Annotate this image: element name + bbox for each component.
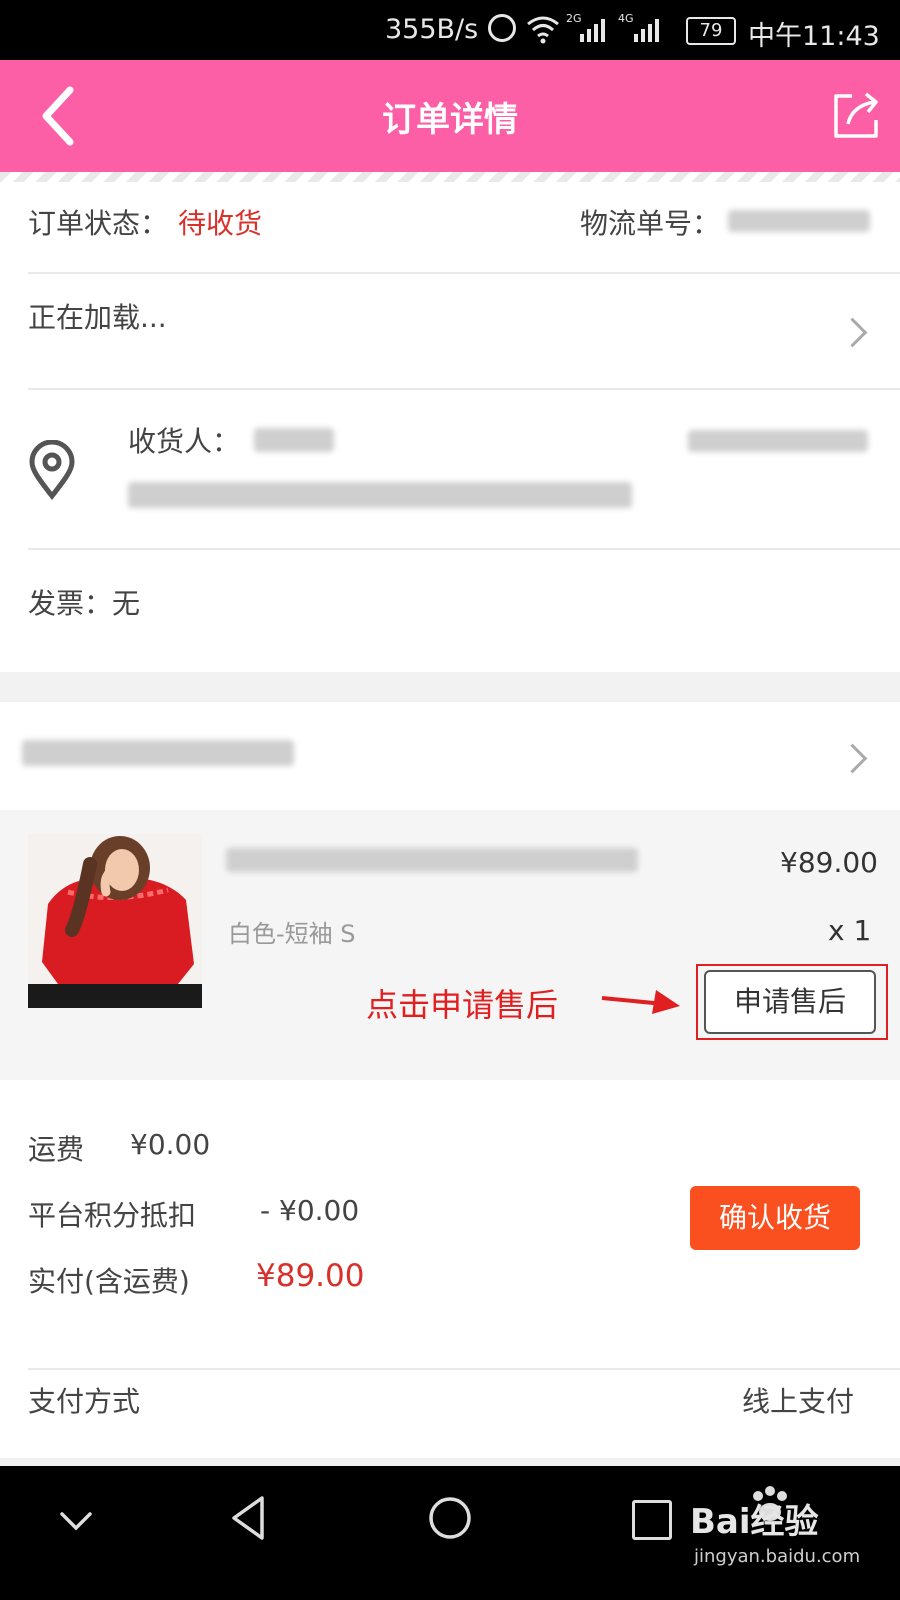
logistics-row[interactable]: 正在加载...: [0, 274, 900, 388]
app-header: 订单详情: [0, 60, 900, 172]
watermark-brand: Bai经验: [690, 1502, 819, 1542]
divider: [28, 1368, 900, 1370]
annotation-text: 点击申请售后: [366, 986, 559, 1024]
store-name-redacted: [22, 740, 294, 766]
receiver-label: 收货人：: [128, 425, 241, 458]
tracking-number-redacted: [728, 210, 870, 232]
chevron-right-icon: [837, 743, 868, 774]
product-spec: 白色-短袖 S: [228, 920, 356, 948]
store-row[interactable]: [0, 702, 900, 810]
divider: [28, 548, 900, 550]
product-image: [28, 834, 202, 1008]
product-price: ¥89.00: [780, 846, 878, 879]
logistics-loading-text: 正在加载...: [28, 301, 167, 334]
order-info-panel: 订单状态： 待收货 物流单号： 正在加载... 收货人： 发票：无: [0, 182, 900, 672]
apply-after-sale-button[interactable]: 申请售后: [704, 970, 876, 1034]
product-quantity: x 1: [828, 914, 872, 947]
invoice-label: 发票：无: [28, 587, 141, 620]
alarm-icon: [488, 14, 516, 42]
share-icon[interactable]: [830, 88, 884, 142]
confirm-receipt-button[interactable]: 确认收货: [690, 1186, 860, 1250]
wifi-icon: [527, 16, 559, 44]
amount-paid-label: 实付(含运费): [28, 1265, 190, 1298]
recents-square-icon[interactable]: [632, 1500, 672, 1540]
system-navigation-bar: Bai经验 jingyan.baidu.com: [0, 1466, 900, 1600]
tracking-number-label: 物流单号：: [580, 207, 721, 240]
product-title-redacted: [226, 848, 638, 872]
payment-method-label: 支付方式: [28, 1385, 141, 1418]
battery-icon: 79: [686, 17, 736, 45]
payment-method-value: 线上支付: [742, 1385, 855, 1418]
watermark-url: jingyan.baidu.com: [694, 1546, 861, 1567]
shipping-value: ¥0.00: [130, 1128, 211, 1161]
points-deduction-value: - ¥0.00: [260, 1194, 360, 1227]
baidu-jingyan-watermark: Bai经验 jingyan.baidu.com: [690, 1484, 890, 1584]
product-item[interactable]: ¥89.00 白色-短袖 S x 1 点击申请售后 申请售后: [0, 810, 900, 1080]
receiver-name-redacted: [254, 428, 334, 452]
payment-summary-panel: 运费 ¥0.00 平台积分抵扣 - ¥0.00 实付(含运费) ¥89.00 确…: [0, 1082, 900, 1458]
battery-level: 79: [699, 20, 723, 41]
location-pin-icon: [29, 440, 75, 500]
clock: 中午11:43: [748, 21, 880, 52]
address-redacted: [128, 482, 632, 508]
header-zigzag-border: [0, 172, 900, 182]
signal-2g-icon: [580, 19, 605, 42]
signal-4g-icon: [634, 19, 659, 42]
chevron-down-icon[interactable]: [56, 1506, 96, 1536]
status-bar: 355B/s 2G 4G 79 中午11:43: [0, 0, 900, 60]
address-row: 收货人：: [0, 390, 900, 548]
network-speed: 355B/s: [385, 14, 479, 45]
annotation-arrow-icon: [601, 990, 680, 1014]
chevron-right-icon: [837, 317, 868, 348]
points-deduction-label: 平台积分抵扣: [28, 1199, 197, 1232]
receiver-phone-redacted: [688, 430, 868, 452]
order-status-value: 待收货: [178, 207, 263, 240]
shipping-label: 运费: [28, 1133, 85, 1166]
amount-paid-value: ¥89.00: [256, 1258, 365, 1294]
page-title: 订单详情: [382, 100, 518, 140]
back-triangle-icon[interactable]: [226, 1494, 274, 1542]
order-status-label: 订单状态：: [28, 207, 169, 240]
home-circle-icon[interactable]: [426, 1494, 474, 1542]
order-items-panel: ¥89.00 白色-短袖 S x 1 点击申请售后 申请售后: [0, 702, 900, 1082]
